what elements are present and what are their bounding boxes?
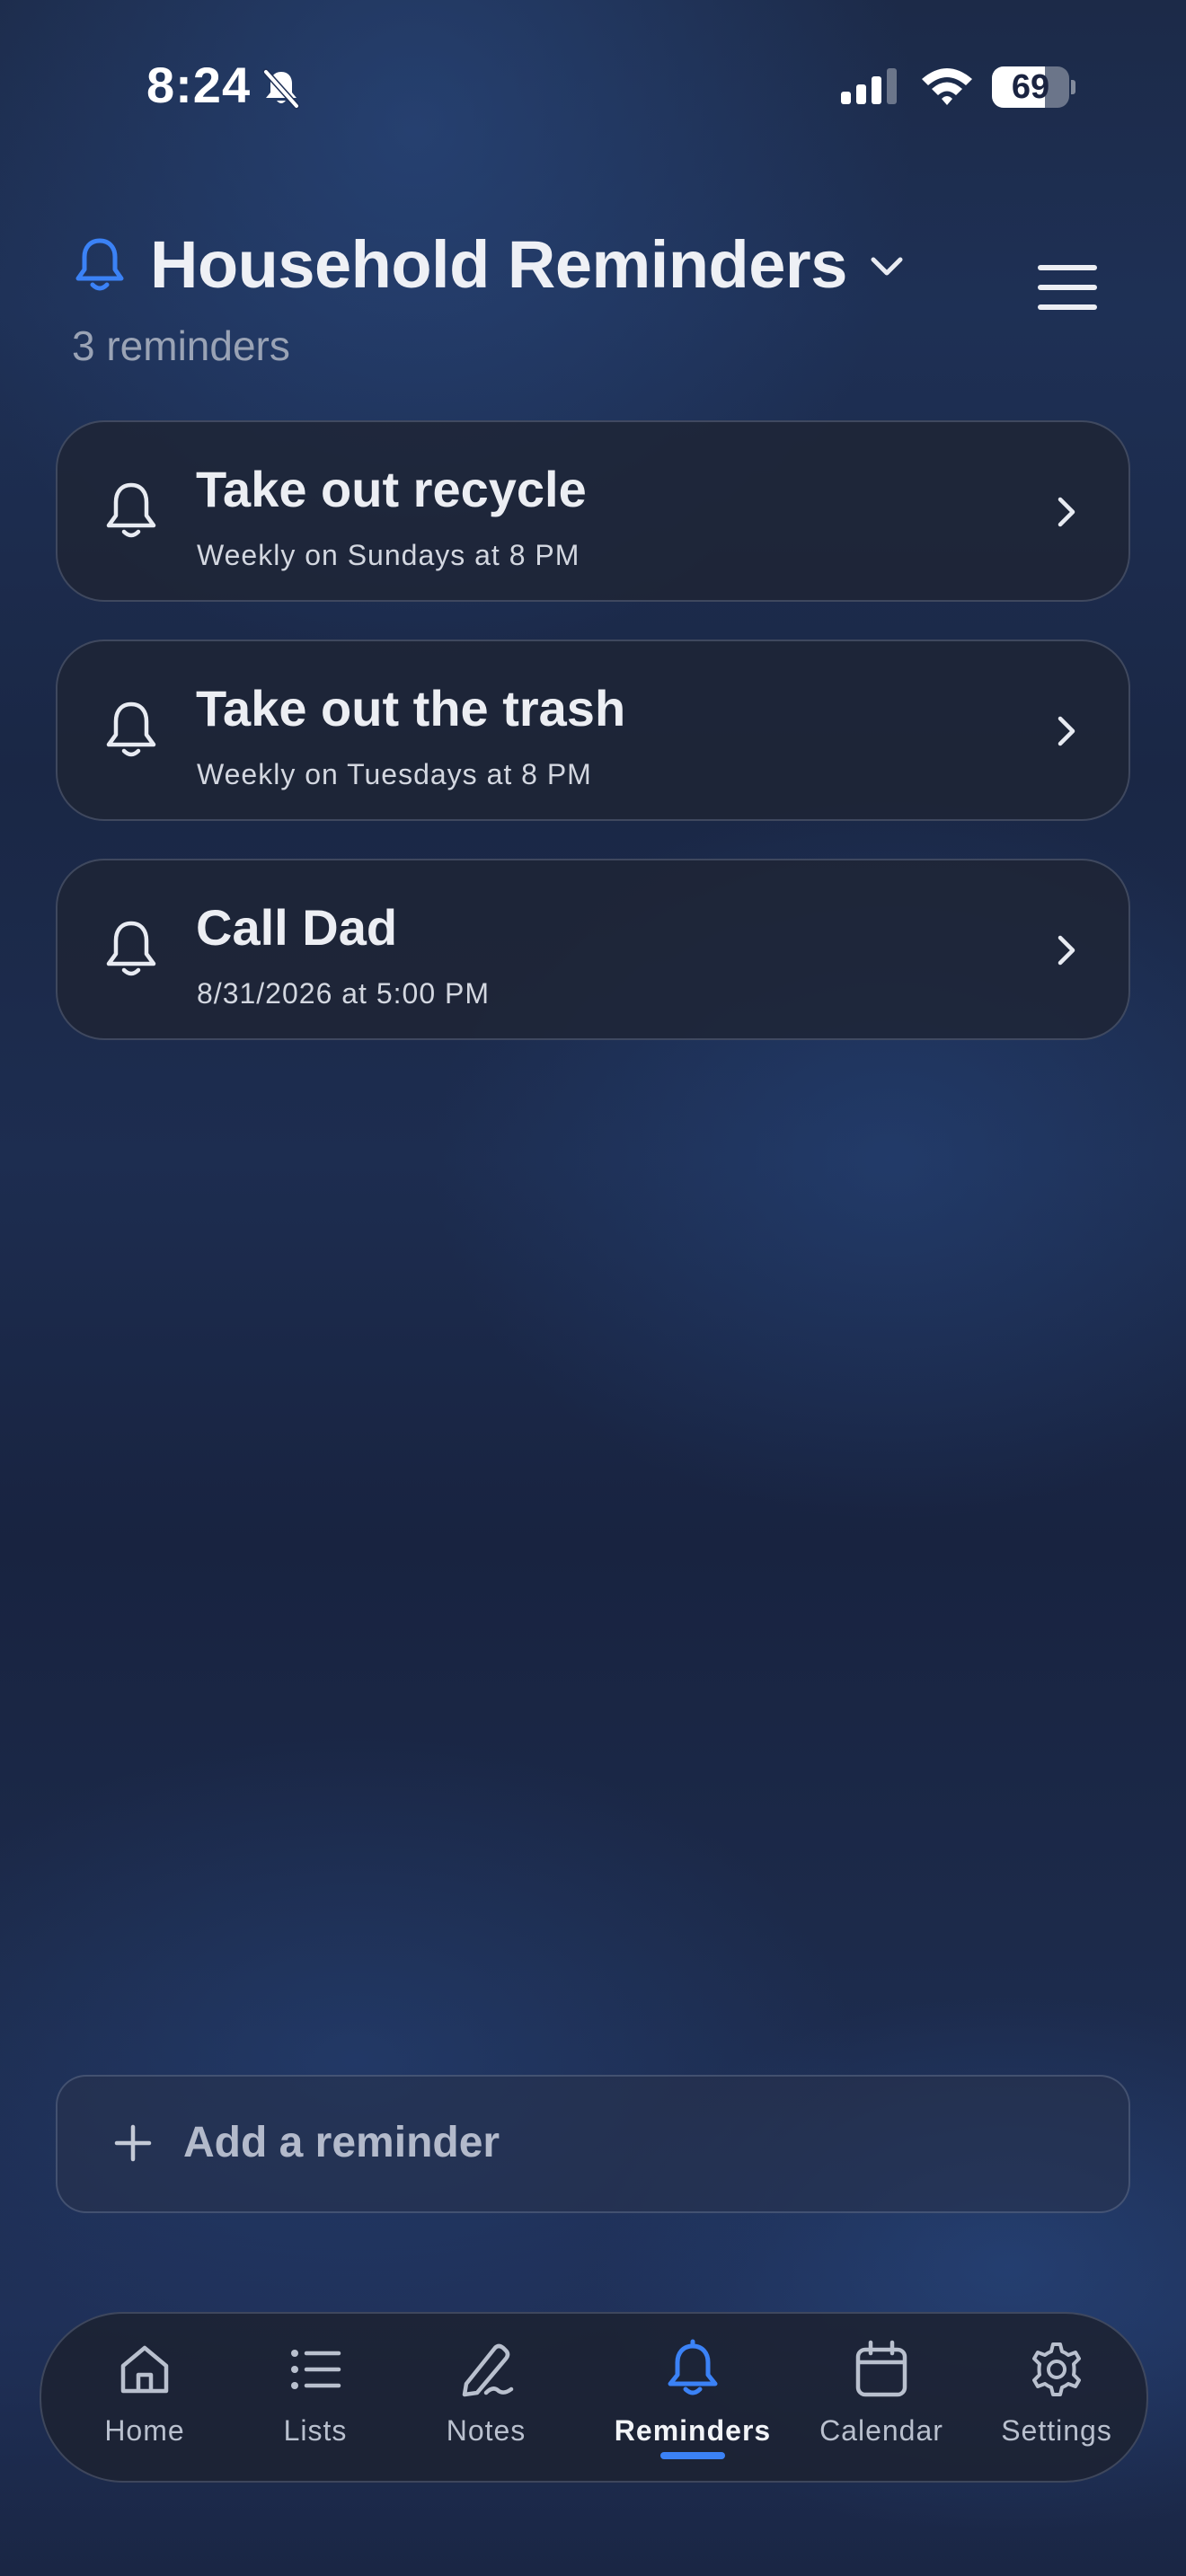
bell-icon [106, 701, 156, 757]
tab-notes[interactable]: Notes [401, 2314, 571, 2481]
tab-reminders[interactable]: Reminders [571, 2314, 814, 2481]
reminder-schedule: Weekly on Sundays at 8 PM [197, 539, 580, 571]
tab-bar: Home Lists Notes Reminders Calendar Sett… [40, 2312, 1148, 2483]
battery-percent: 69 [1011, 68, 1050, 106]
tab-calendar[interactable]: Calendar [792, 2314, 971, 2481]
tab-lists[interactable]: Lists [230, 2314, 401, 2481]
plus-icon [114, 2124, 152, 2162]
reminder-count: 3 reminders [72, 322, 290, 369]
active-tab-indicator [660, 2452, 725, 2459]
list-icon [291, 2350, 341, 2389]
gear-icon [1032, 2342, 1081, 2396]
reminder-card[interactable]: Take out the trash Weekly on Tuesdays at… [56, 640, 1130, 821]
chevron-down-icon[interactable] [868, 251, 906, 282]
tab-label: Notes [446, 2414, 527, 2447]
tab-label: Lists [283, 2414, 348, 2447]
chevron-right-icon [1058, 716, 1075, 746]
menu-icon[interactable] [1031, 255, 1103, 320]
chevron-right-icon [1058, 935, 1075, 966]
status-bar: 8:24 69 [0, 0, 1186, 171]
bell-icon [106, 482, 156, 538]
silent-mode-icon [262, 68, 300, 110]
home-icon [120, 2345, 169, 2394]
battery-indicator: 69 [992, 66, 1075, 108]
bell-icon [75, 238, 124, 291]
reminder-schedule: Weekly on Tuesdays at 8 PM [197, 758, 592, 790]
calendar-icon [855, 2340, 907, 2397]
tab-label: Settings [1001, 2414, 1112, 2447]
tab-settings[interactable]: Settings [967, 2314, 1146, 2481]
chevron-right-icon [1058, 497, 1075, 527]
tab-label: Calendar [819, 2414, 943, 2447]
pencil-icon [462, 2343, 514, 2397]
page-title[interactable]: Household Reminders [150, 226, 847, 303]
add-reminder-button[interactable]: Add a reminder [56, 2075, 1130, 2213]
reminder-schedule: 8/31/2026 at 5:00 PM [197, 977, 490, 1010]
reminder-title: Call Dad [196, 899, 398, 956]
tab-label: Reminders [614, 2414, 772, 2447]
cellular-signal-icon [841, 68, 897, 104]
reminder-card[interactable]: Take out recycle Weekly on Sundays at 8 … [56, 420, 1130, 602]
reminder-list: Take out recycle Weekly on Sundays at 8 … [56, 420, 1130, 1078]
reminder-title: Take out recycle [196, 461, 587, 517]
tab-home[interactable]: Home [59, 2314, 230, 2481]
reminder-card[interactable]: Call Dad 8/31/2026 at 5:00 PM [56, 859, 1130, 1040]
tab-label: Home [104, 2414, 185, 2447]
reminder-title: Take out the trash [196, 680, 626, 737]
wifi-icon [922, 68, 972, 105]
bell-icon [668, 2339, 718, 2395]
bell-icon [106, 921, 156, 976]
add-reminder-label: Add a reminder [183, 2119, 500, 2166]
status-time: 8:24 [146, 57, 252, 113]
